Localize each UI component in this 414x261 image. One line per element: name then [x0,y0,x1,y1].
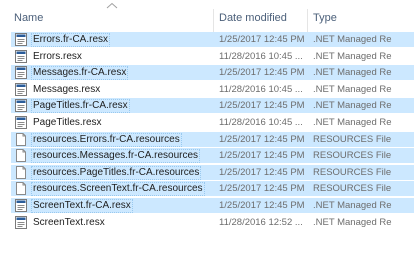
file-date-modified: 1/25/2017 12:45 PM [219,183,305,195]
resx-file-icon [15,215,27,229]
file-date-modified: 11/28/2016 10:45 ... [219,83,303,95]
file-name-cell: resources.Errors.fr-CA.resources [31,132,217,147]
file-name-cell: ScreenText.fr-CA.resx [31,198,217,213]
file-name-cell: Errors.fr-CA.resx [31,32,217,47]
file-type: .NET Managed Re [313,34,392,45]
file-type: .NET Managed Re [313,67,392,79]
file-type: RESOURCES File [313,133,392,145]
file-date-modified: 1/25/2017 12:45 PM [219,133,305,145]
file-name-cell: ScreenText.resx [31,215,217,230]
file-name-cell: PageTitles.fr-CA.resx [31,98,217,114]
file-type: RESOURCES File [313,150,392,162]
file-row[interactable]: resources.Errors.fr-CA.resources 1/25/201… [11,131,414,147]
file-name: resources.Messages.fr-CA.resources [31,149,201,164]
resx-file-icon [15,49,27,63]
file-type: .NET Managed Re [313,200,392,211]
file-name: Errors.resx [33,50,82,62]
file-date-modified: 1/25/2017 12:45 PM [219,150,305,162]
file-type: RESOURCES File [313,183,392,195]
file-name: resources.Errors.fr-CA.resources [31,132,182,147]
blank-document-icon [16,132,26,146]
file-date-modified: 1/25/2017 12:45 PM [219,100,305,112]
file-type: .NET Managed Re [313,216,392,228]
file-type: .NET Managed Re [313,83,392,95]
file-name-cell: Messages.resx [31,82,217,97]
file-date-modified: 1/25/2017 12:45 PM [219,166,305,178]
resx-file-icon [15,99,27,113]
file-name: PageTitles.fr-CA.resx [31,99,130,114]
file-date-modified: 11/28/2016 10:45 ... [219,50,303,62]
file-row[interactable]: resources.Messages.fr-CA.resources 1/25/2… [11,148,414,164]
file-name-cell: resources.Messages.fr-CA.resources [31,148,217,164]
file-name-cell: resources.ScreenText.fr-CA.resources [31,181,217,197]
file-name-cell: PageTitles.resx [31,115,217,130]
file-name: ScreenText.resx [33,216,105,228]
file-date-modified: 1/25/2017 12:45 PM [219,34,305,45]
file-name: resources.ScreenText.fr-CA.resources [31,182,205,197]
file-name: ScreenText.fr-CA.resx [31,199,133,213]
file-name-cell: Messages.fr-CA.resx [31,65,217,81]
file-row[interactable]: Errors.resx 11/28/2016 10:45 ... .NET Mana… [11,49,414,64]
file-date-modified: 1/25/2017 12:45 PM [219,200,305,211]
file-row[interactable]: resources.PageTitles.fr-CA.resources 1/25… [11,164,414,180]
resx-file-icon [15,116,27,129]
resx-file-icon [15,199,27,212]
file-row[interactable]: Messages.fr-CA.resx 1/25/2017 12:45 PM .NE… [11,65,414,81]
file-date-modified: 11/28/2016 12:52 ... [219,216,303,228]
file-name-cell: resources.PageTitles.fr-CA.resources [31,165,217,180]
file-row[interactable]: Messages.resx 11/28/2016 10:45 ... .NET Ma… [11,82,414,97]
resx-file-icon [15,82,27,96]
file-type: .NET Managed Re [313,100,392,112]
column-header-date-modified[interactable]: Date modified [219,9,305,27]
file-date-modified: 11/28/2016 10:45 ... [219,117,303,128]
file-row[interactable]: ScreenText.resx 11/28/2016 12:52 ... .NET … [11,215,414,230]
file-row[interactable]: Errors.fr-CA.resx 1/25/2017 12:45 PM .NET … [11,32,414,47]
file-name: PageTitles.resx [33,117,102,128]
column-header-type[interactable]: Type [313,9,413,27]
file-date-modified: 1/25/2017 12:45 PM [219,67,305,79]
file-name: resources.PageTitles.fr-CA.resources [31,165,202,180]
file-row[interactable]: PageTitles.fr-CA.resx 1/25/2017 12:45 PM.… [11,98,414,114]
file-type: .NET Managed Re [313,50,392,62]
file-row[interactable]: PageTitles.resx 11/28/2016 10:45 ... .NET … [11,115,414,130]
file-row[interactable]: ScreenText.fr-CA.resx 1/25/2017 12:45 PM.… [11,198,414,213]
resx-file-icon [15,66,27,80]
blank-document-icon [16,182,26,196]
file-row[interactable]: resources.ScreenText.fr-CA.resources 1/25… [11,181,414,197]
file-name-cell: Errors.resx [31,49,217,64]
column-header-row: Name Date modified Type [0,9,414,35]
resx-file-icon [15,33,27,46]
file-explorer-list: Name Date modified Type Errors.fr-CA.res… [0,0,414,261]
column-header-name[interactable]: Name [14,9,210,27]
blank-document-icon [16,165,26,179]
file-name: Errors.fr-CA.resx [31,33,110,47]
chevron-up-icon[interactable] [106,2,118,9]
file-name: Messages.fr-CA.resx [31,66,129,81]
file-type: .NET Managed Re [313,117,392,128]
blank-document-icon [16,149,26,163]
file-name: Messages.resx [33,83,101,95]
file-type: RESOURCES File [313,166,392,178]
